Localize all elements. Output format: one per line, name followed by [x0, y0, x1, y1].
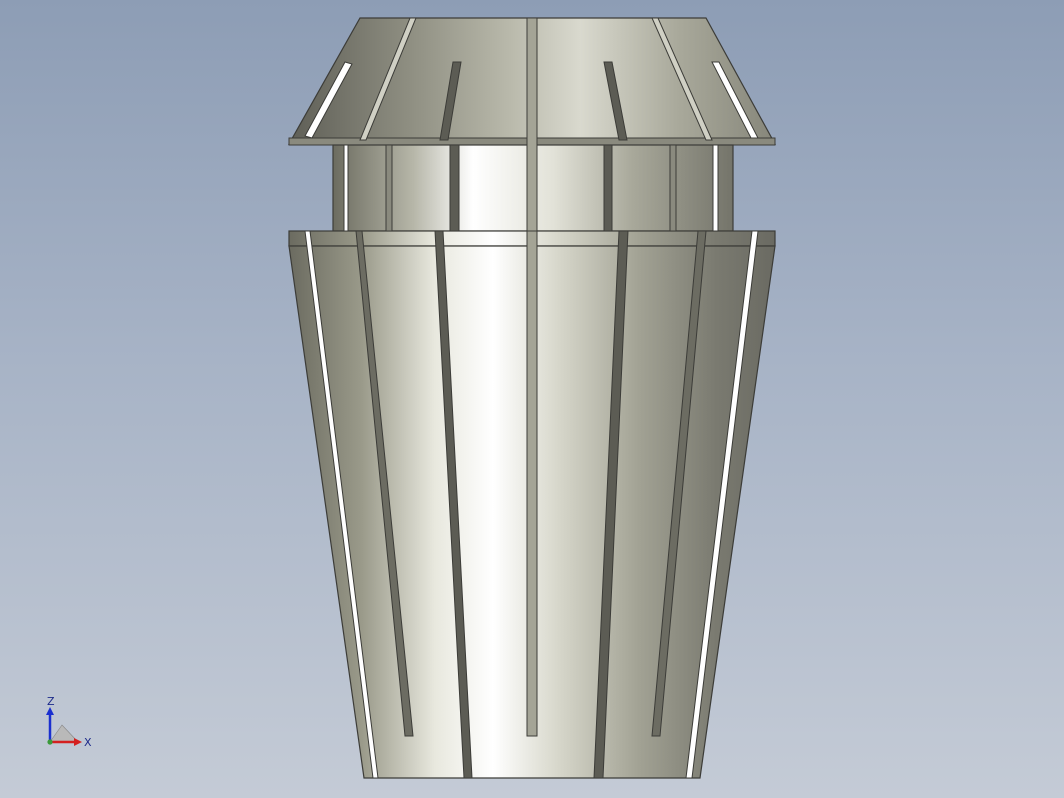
- neck-slot: [603, 144, 613, 232]
- triad-origin-icon: [47, 739, 53, 745]
- coordinate-triad-icon[interactable]: Z X: [40, 695, 100, 755]
- collet-model[interactable]: [287, 17, 777, 779]
- neck-slot: [712, 144, 719, 232]
- neck-slot: [385, 144, 393, 232]
- z-axis-label: Z: [47, 695, 55, 708]
- neck-slot: [669, 144, 677, 232]
- triad-plane-icon: [49, 724, 79, 743]
- neck-slot: [449, 144, 460, 232]
- neck-slot: [343, 144, 349, 232]
- z-axis-arrow-icon: [46, 707, 54, 715]
- center-slot: [526, 17, 538, 737]
- x-axis-arrow-icon: [74, 738, 82, 746]
- model-viewport[interactable]: [0, 0, 1064, 798]
- x-axis-label: X: [84, 736, 92, 749]
